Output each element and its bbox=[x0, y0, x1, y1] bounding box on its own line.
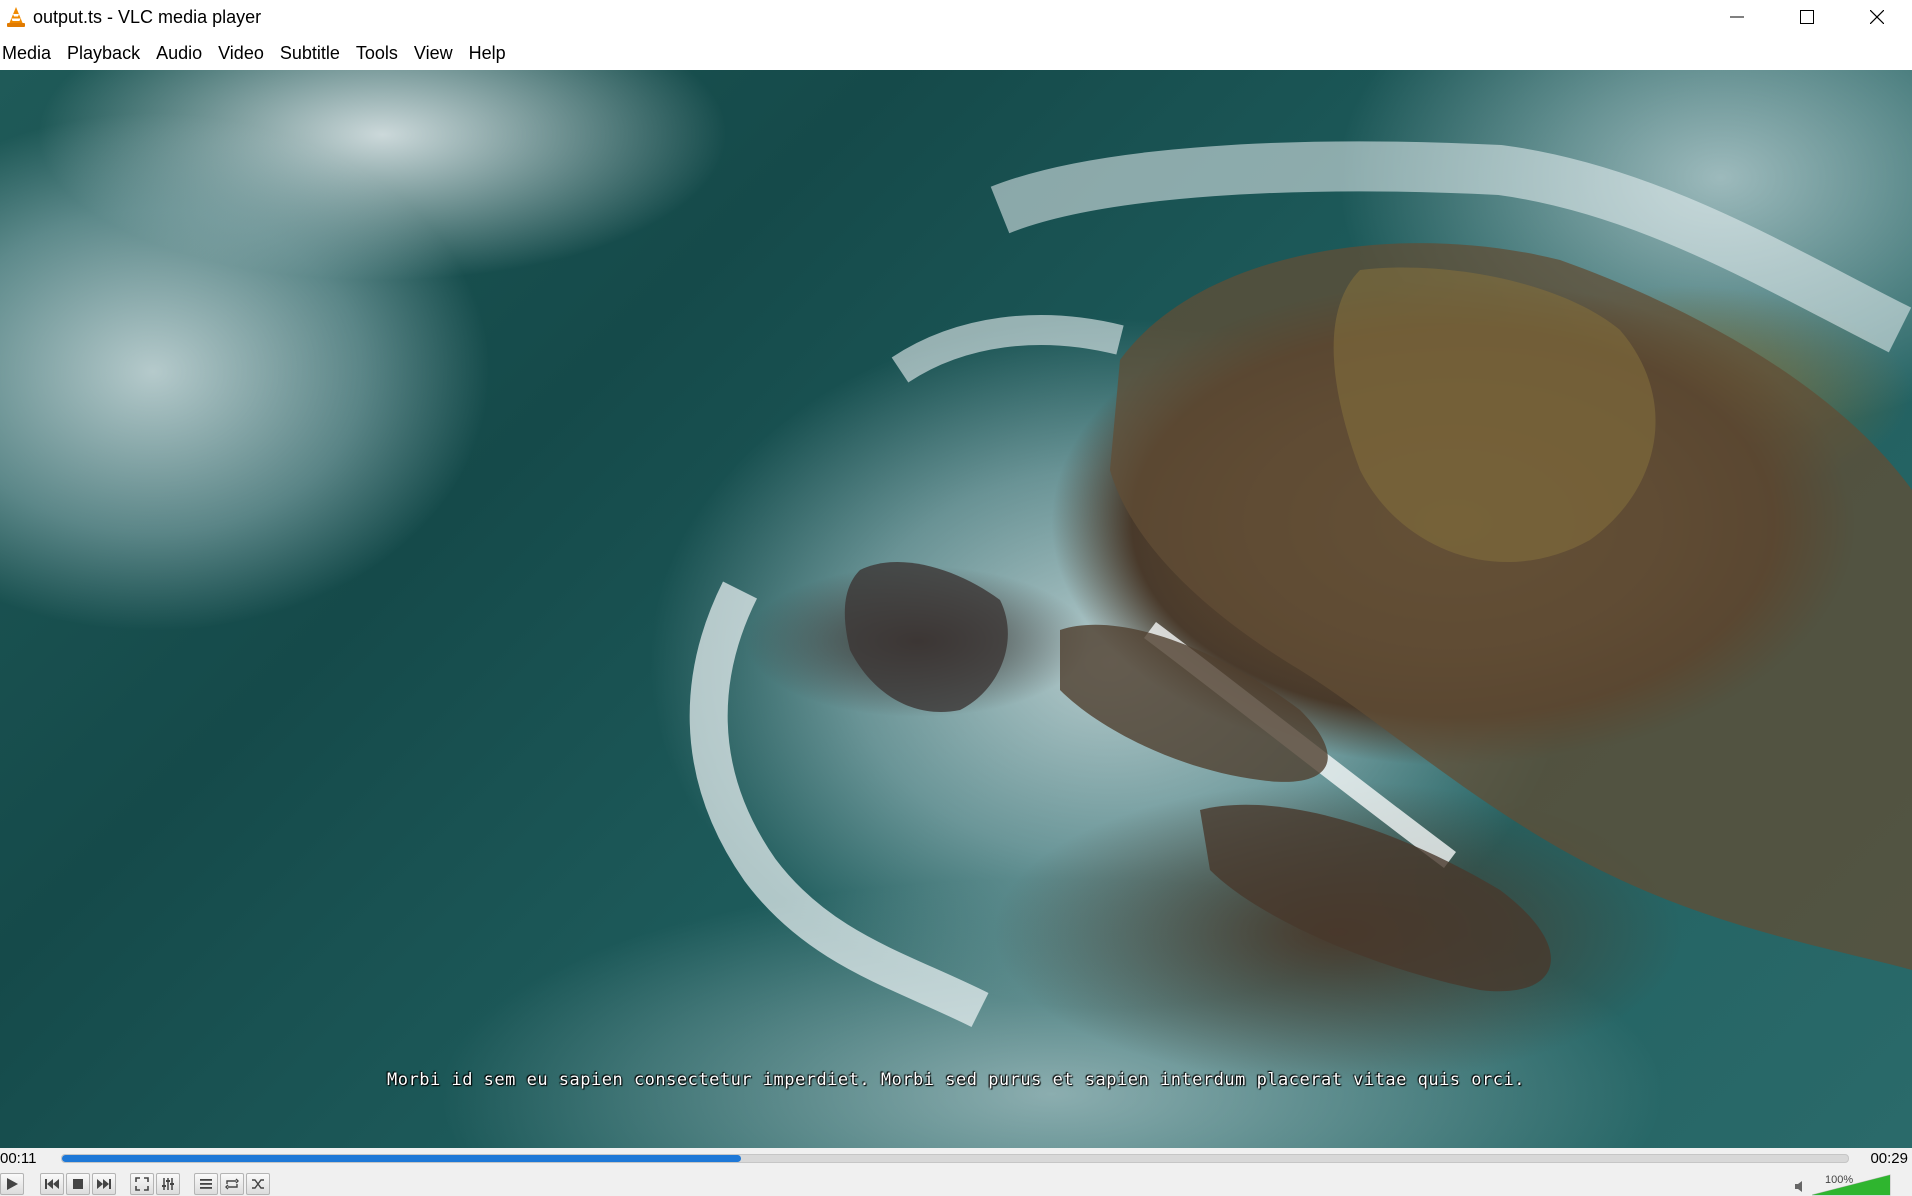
next-icon bbox=[97, 1179, 111, 1189]
menu-view[interactable]: View bbox=[406, 34, 461, 70]
shuffle-button[interactable] bbox=[246, 1173, 270, 1195]
vlc-cone-icon[interactable] bbox=[5, 5, 27, 29]
seek-slider[interactable] bbox=[61, 1154, 1849, 1163]
playlist-icon bbox=[200, 1179, 212, 1189]
menu-subtitle[interactable]: Subtitle bbox=[272, 34, 348, 70]
controls-bar: 100% bbox=[0, 1170, 1912, 1196]
video-surface[interactable]: Morbi id sem eu sapien consectetur imper… bbox=[0, 70, 1912, 1148]
speaker-icon[interactable] bbox=[1794, 1179, 1808, 1193]
stop-button[interactable] bbox=[66, 1173, 90, 1195]
subtitle-text: Morbi id sem eu sapien consectetur imper… bbox=[387, 1070, 1525, 1090]
menu-playback[interactable]: Playback bbox=[59, 34, 148, 70]
maximize-button[interactable] bbox=[1772, 0, 1842, 34]
next-button[interactable] bbox=[92, 1173, 116, 1195]
seek-progress-fill bbox=[62, 1155, 741, 1162]
playlist-button[interactable] bbox=[194, 1173, 218, 1195]
seek-row: 00:11 00:29 bbox=[0, 1148, 1912, 1170]
menu-help[interactable]: Help bbox=[461, 34, 514, 70]
menu-video[interactable]: Video bbox=[210, 34, 272, 70]
menu-media[interactable]: Media bbox=[0, 34, 59, 70]
close-icon bbox=[1870, 10, 1884, 24]
close-button[interactable] bbox=[1842, 0, 1912, 34]
menu-audio[interactable]: Audio bbox=[148, 34, 210, 70]
video-frame-image bbox=[689, 141, 1912, 1027]
stop-icon bbox=[73, 1179, 83, 1189]
total-time[interactable]: 00:29 bbox=[1870, 1150, 1908, 1167]
shuffle-icon bbox=[252, 1179, 264, 1189]
previous-icon bbox=[45, 1179, 59, 1189]
play-icon bbox=[7, 1178, 18, 1190]
fullscreen-button[interactable] bbox=[130, 1173, 154, 1195]
menu-tools[interactable]: Tools bbox=[348, 34, 406, 70]
minimize-button[interactable] bbox=[1702, 0, 1772, 34]
loop-icon bbox=[225, 1178, 239, 1190]
volume-control[interactable]: 100% bbox=[1792, 1170, 1912, 1196]
menu-bar: Media Playback Audio Video Subtitle Tool… bbox=[0, 34, 1912, 70]
maximize-icon bbox=[1800, 10, 1814, 24]
fullscreen-icon bbox=[135, 1177, 149, 1191]
loop-button[interactable] bbox=[220, 1173, 244, 1195]
title-bar: output.ts - VLC media player bbox=[0, 0, 1912, 34]
play-button[interactable] bbox=[0, 1173, 24, 1195]
volume-percent: 100% bbox=[1825, 1174, 1854, 1186]
window-title: output.ts - VLC media player bbox=[33, 6, 262, 27]
minimize-icon bbox=[1730, 16, 1744, 18]
previous-button[interactable] bbox=[40, 1173, 64, 1195]
extended-settings-button[interactable] bbox=[156, 1173, 180, 1195]
elapsed-time[interactable]: 00:11 bbox=[0, 1150, 36, 1167]
extended-settings-icon bbox=[162, 1178, 174, 1190]
